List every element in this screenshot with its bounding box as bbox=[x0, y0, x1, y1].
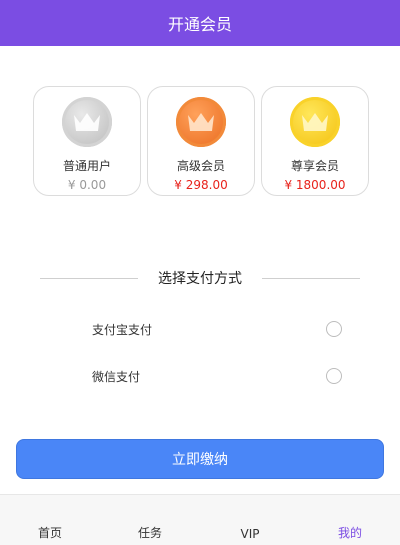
crown-gold-icon bbox=[290, 97, 340, 147]
tab-home[interactable]: 首页 bbox=[0, 524, 100, 541]
payment-option-wechat[interactable]: 微信支付 bbox=[92, 364, 342, 388]
plan-name: 尊享会员 bbox=[290, 159, 339, 173]
page-header: 开通会员 bbox=[0, 0, 400, 46]
divider bbox=[262, 277, 360, 279]
plan-card-premium[interactable]: 高级会员 ¥ 298.00 bbox=[147, 86, 255, 196]
divider bbox=[40, 277, 138, 279]
wechat-radio[interactable] bbox=[326, 368, 342, 384]
plan-name: 普通用户 bbox=[62, 159, 111, 173]
payment-method-heading: 选择支付方式 bbox=[40, 268, 360, 288]
plan-price: ¥ 0.00 bbox=[67, 178, 107, 192]
plan-card-basic[interactable]: 普通用户 ¥ 0.00 bbox=[33, 86, 141, 196]
plan-card-exclusive[interactable]: 尊享会员 ¥ 1800.00 bbox=[261, 86, 369, 196]
plan-price: ¥ 1800.00 bbox=[284, 178, 346, 192]
crown-silver-icon bbox=[62, 97, 112, 147]
payment-option-alipay[interactable]: 支付宝支付 bbox=[92, 317, 342, 341]
page-title: 开通会员 bbox=[167, 15, 232, 34]
crown-orange-icon bbox=[176, 97, 226, 147]
tab-vip[interactable]: VIP bbox=[200, 527, 300, 541]
tab-mine[interactable]: 我的 bbox=[300, 524, 400, 541]
payment-method-title: 选择支付方式 bbox=[158, 271, 242, 287]
payment-option-label: 微信支付 bbox=[92, 369, 141, 384]
payment-option-label: 支付宝支付 bbox=[92, 322, 153, 337]
plan-price: ¥ 298.00 bbox=[174, 178, 228, 192]
tab-tasks[interactable]: 任务 bbox=[100, 524, 200, 541]
plan-name: 高级会员 bbox=[176, 159, 225, 173]
bottom-tab-bar: 首页 任务 VIP 我的 bbox=[0, 494, 400, 545]
membership-plans: 普通用户 ¥ 0.00 高级会员 ¥ 298.00 尊享会员 ¥ 1800.00 bbox=[33, 86, 369, 198]
pay-now-button[interactable]: 立即缴纳 bbox=[16, 439, 384, 479]
alipay-radio[interactable] bbox=[326, 321, 342, 337]
